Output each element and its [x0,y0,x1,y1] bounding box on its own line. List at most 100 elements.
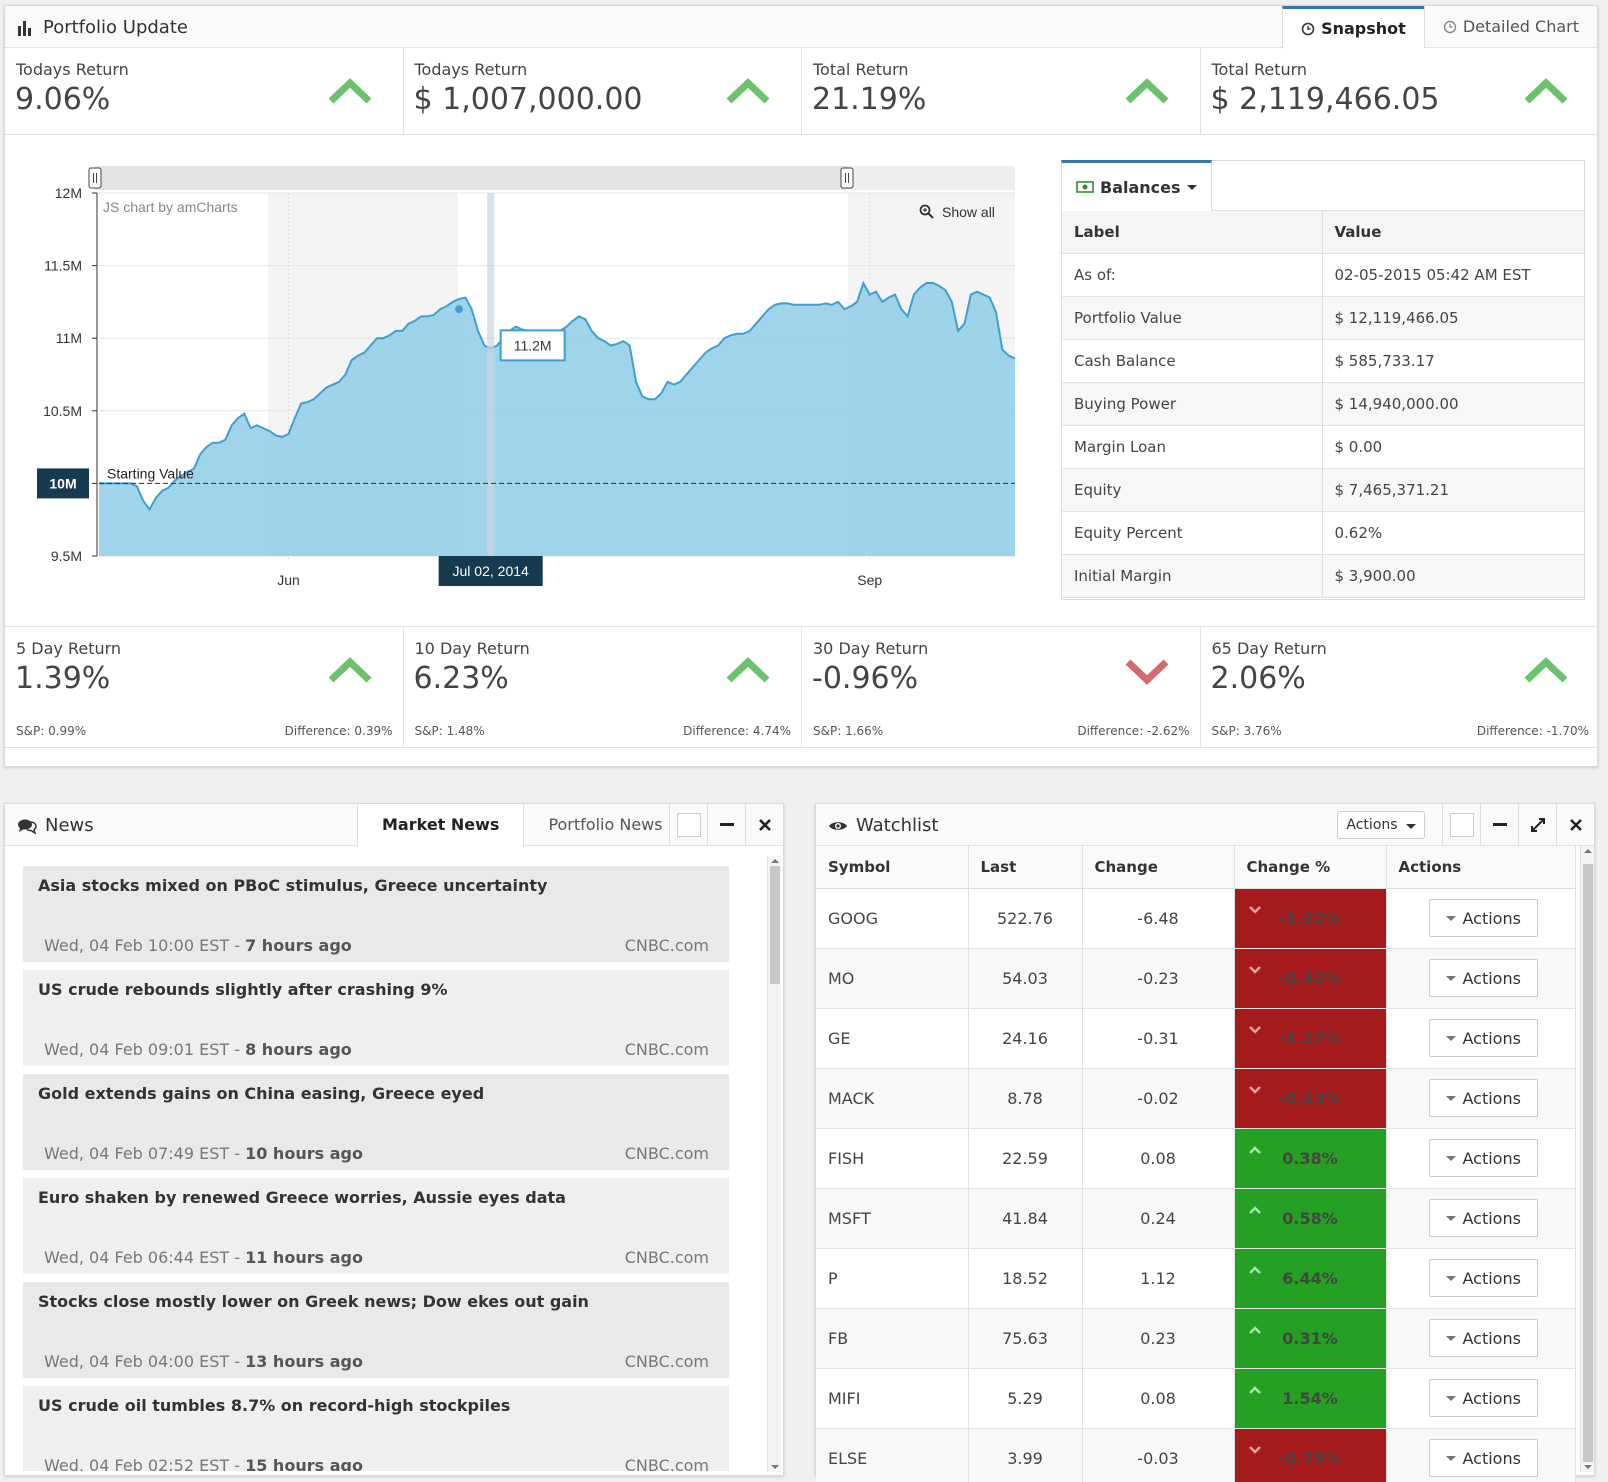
chart-credit[interactable]: JS chart by amCharts [103,199,238,215]
watchlist-last: 5.29 [968,1368,1083,1429]
watchlist-symbol[interactable]: MO [816,948,969,1009]
row-actions-button[interactable]: Actions [1428,1079,1538,1117]
row-actions-button[interactable]: Actions [1428,899,1538,937]
watchlist-change-pct: 0.58% [1234,1188,1387,1249]
row-actions-button[interactable]: Actions [1428,1139,1538,1177]
row-actions-label: Actions [1462,1328,1521,1348]
watchlist-change-pct: -1.27% [1234,1008,1387,1069]
row-actions-button[interactable]: Actions [1428,1019,1538,1057]
balances-tab[interactable]: Balances [1061,160,1212,211]
news-item[interactable]: Stocks close mostly lower on Greek news;… [23,1282,729,1378]
tab-market-news[interactable]: Market News [357,804,525,847]
expand-button[interactable] [1518,804,1556,846]
close-button[interactable] [745,804,783,846]
watchlist-row[interactable]: MSFT 41.84 0.24 0.58% Actions [816,1188,1576,1249]
col-change[interactable]: Change [1082,846,1235,889]
watchlist-row[interactable]: MACK 8.78 -0.02 -0.23% Actions [816,1068,1576,1129]
row-actions-button[interactable]: Actions [1428,959,1538,997]
row-actions-label: Actions [1462,1208,1521,1228]
news-item[interactable]: US crude rebounds slightly after crashin… [23,970,729,1066]
news-headline[interactable]: US crude rebounds slightly after crashin… [38,980,448,999]
close-icon [1569,819,1582,831]
watchlist-actions-cell: Actions [1386,1068,1576,1129]
news-scroll-thumb[interactable] [770,866,780,984]
news-headline[interactable]: US crude oil tumbles 8.7% on record-high… [38,1396,510,1415]
minimize-button[interactable] [1480,804,1518,846]
chevron-up-icon [1248,1385,1261,1394]
col-symbol[interactable]: Symbol [816,846,969,889]
tab-snapshot[interactable]: Snapshot [1282,6,1424,49]
stat-value: 9.06% [15,82,111,117]
watchlist-change: -0.31 [1082,1008,1235,1069]
balance-label: As of: [1062,253,1323,297]
balance-value: $ 14,940,000.00 [1322,382,1584,426]
stat-label: Total Return [1211,60,1308,79]
news-list: Asia stocks mixed on PBoC stimulus, Gree… [23,866,729,1471]
settings-button[interactable] [669,804,707,846]
minimize-button[interactable] [707,804,745,846]
watchlist-row[interactable]: GE 24.16 -0.31 -1.27% Actions [816,1008,1576,1069]
eye-icon [829,821,847,830]
arrow-up-icon [726,657,770,683]
change-pct-text: -1.27% [1278,1028,1342,1048]
tab-portfolio-news[interactable]: Portfolio News [524,804,686,846]
watchlist-row[interactable]: P 18.52 1.12 6.44% Actions [816,1248,1576,1309]
show-all-label: Show all [942,204,995,220]
news-item[interactable]: Gold extends gains on China easing, Gree… [23,1074,729,1170]
news-item[interactable]: US crude oil tumbles 8.7% on record-high… [23,1386,729,1471]
watchlist-scroll-thumb[interactable] [1583,864,1593,1462]
chart-scrollbar-handle-right[interactable] [840,167,854,189]
watchlist-row[interactable]: MO 54.03 -0.23 -0.42% Actions [816,948,1576,1009]
watchlist-symbol[interactable]: MACK [816,1068,969,1129]
balance-value: 0.62% [1322,511,1584,555]
row-actions-button[interactable]: Actions [1428,1199,1538,1237]
watchlist-symbol[interactable]: ELSE [816,1428,969,1482]
scroll-down-icon[interactable] [768,1462,782,1472]
portfolio-chart[interactable]: 12M 11.5M 11M 10.5M 10M 9.5M Jun Sep JS chart … [15,156,1045,616]
row-actions-label: Actions [1462,1268,1521,1288]
scroll-up-icon[interactable] [1581,846,1595,856]
news-item[interactable]: Asia stocks mixed on PBoC stimulus, Gree… [23,866,729,962]
watchlist-row[interactable]: FISH 22.59 0.08 0.38% Actions [816,1128,1576,1189]
news-item[interactable]: Euro shaken by renewed Greece worries, A… [23,1178,729,1274]
row-actions-button[interactable]: Actions [1428,1379,1538,1417]
watchlist-symbol[interactable]: MIFI [816,1368,969,1429]
chart-scrollbar-selection[interactable] [95,166,847,190]
watchlist-row[interactable]: MIFI 5.29 0.08 1.54% Actions [816,1368,1576,1429]
news-headline[interactable]: Euro shaken by renewed Greece worries, A… [38,1188,566,1207]
settings-button[interactable] [1442,804,1480,846]
watchlist-symbol[interactable]: GE [816,1008,969,1069]
watchlist-symbol[interactable]: FB [816,1308,969,1369]
watchlist-scrollbar[interactable] [1580,846,1594,1472]
tab-detailed-chart[interactable]: Detailed Chart [1423,6,1597,48]
watchlist-change: -0.03 [1082,1428,1235,1482]
chart-svg[interactable]: 12M 11.5M 11M 10.5M 10M 9.5M Jun Sep JS chart … [15,156,1045,616]
watchlist-row[interactable]: FB 75.63 0.23 0.31% Actions [816,1308,1576,1369]
row-actions-button[interactable]: Actions [1428,1439,1538,1477]
watchlist-last: 8.78 [968,1068,1083,1129]
news-headline[interactable]: Asia stocks mixed on PBoC stimulus, Gree… [38,876,547,895]
news-headline[interactable]: Stocks close mostly lower on Greek news;… [38,1292,589,1311]
watchlist-symbol[interactable]: MSFT [816,1188,969,1249]
watchlist-symbol[interactable]: P [816,1248,969,1309]
watchlist-symbol[interactable]: GOOG [816,888,969,949]
news-scrollbar[interactable] [767,856,781,1472]
y-tick-label: 12M [55,185,82,201]
scroll-up-icon[interactable] [768,856,782,866]
balance-value: $ 0.00 [1322,425,1584,469]
news-headline[interactable]: Gold extends gains on China easing, Gree… [38,1084,484,1103]
watchlist-symbol[interactable]: FISH [816,1128,969,1189]
row-actions-button[interactable]: Actions [1428,1319,1538,1357]
watchlist-row[interactable]: ELSE 3.99 -0.03 -0.75% Actions [816,1428,1576,1482]
watchlist-row[interactable]: GOOG 522.76 -6.48 -1.22% Actions [816,888,1576,949]
row-actions-button[interactable]: Actions [1428,1259,1538,1297]
watchlist-body: GOOG 522.76 -6.48 -1.22% Actions MO 54.03 -0.23… [816,888,1576,1482]
arrow-up-icon [1524,657,1568,683]
scroll-down-icon[interactable] [1581,1462,1595,1472]
close-button[interactable] [1556,804,1594,846]
watchlist-actions-dropdown[interactable]: Actions [1337,811,1425,839]
watchlist-actions-cell: Actions [1386,1248,1576,1309]
col-last[interactable]: Last [968,846,1083,889]
chart-scrollbar-handle-left[interactable] [88,167,102,189]
col-change-pct[interactable]: Change % [1234,846,1387,889]
